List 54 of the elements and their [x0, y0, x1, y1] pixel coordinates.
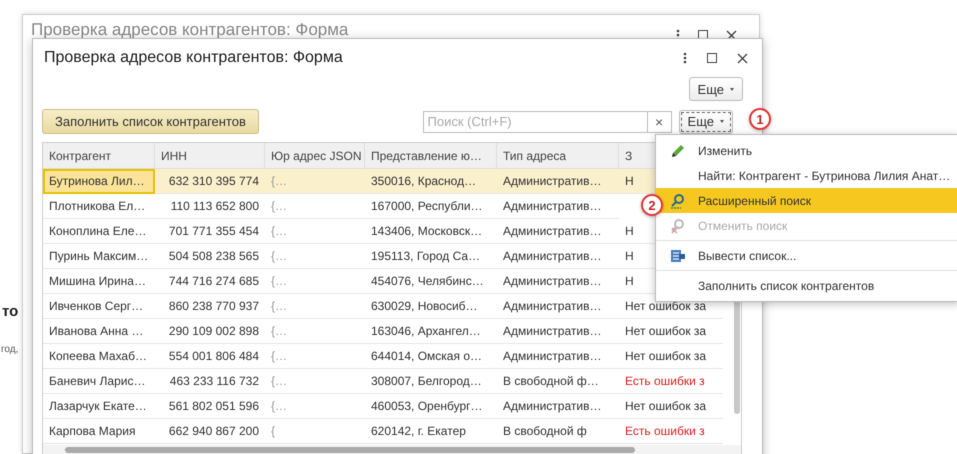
table-cell: {…: [265, 344, 365, 369]
window-title: Проверка адресов контрагентов: Форма: [31, 21, 348, 39]
table-cell: {…: [265, 294, 365, 319]
table-cell: Административ…: [497, 394, 619, 419]
table-cell: 554 001 806 484: [155, 344, 265, 369]
table-cell: {…: [265, 269, 365, 294]
table-cell: {…: [265, 194, 365, 219]
table-cell: {…: [265, 169, 365, 194]
table-cell: 662 940 867 200: [155, 419, 265, 444]
table-cell: Административ…: [497, 294, 619, 319]
background-text: год,: [1, 344, 18, 355]
table-cell: Административ…: [497, 344, 619, 369]
table-cell: В свободной ф…: [497, 369, 619, 394]
table-cell: {…: [265, 394, 365, 419]
table-cell: 290 109 002 898: [155, 319, 265, 344]
table-cell: 167000, Республи…: [365, 194, 497, 219]
window-title: Проверка адресов контрагентов: Форма: [44, 49, 343, 67]
table-cell: 701 771 355 454: [155, 219, 265, 244]
table-cell: 163046, Архангел…: [365, 319, 497, 344]
table-cell: 350016, Краснод…: [365, 169, 497, 194]
table-cell: Административ…: [497, 169, 619, 194]
background-text: то: [2, 303, 18, 320]
table-cell: 110 113 652 800: [155, 194, 265, 219]
table-cell: 454076, Челябинс…: [365, 269, 497, 294]
table-cell: Нет ошибок за: [619, 394, 723, 419]
table-cell: Нет ошибок за: [619, 319, 723, 344]
table-cell: 630029, Новосиб…: [365, 294, 497, 319]
table-cell: 460053, Оренбург…: [365, 394, 497, 419]
table-cell: {: [265, 419, 365, 444]
table-cell: 308007, Белгород…: [365, 369, 497, 394]
table-cell: 561 802 051 596: [155, 394, 265, 419]
table-cell: Административ…: [497, 219, 619, 244]
table-cell: 744 716 274 685: [155, 269, 265, 294]
table-cell: 143406, Московск…: [365, 219, 497, 244]
table-cell: {…: [265, 319, 365, 344]
table-cell: 632 310 395 774: [155, 169, 265, 194]
table-cell: 620142, г. Екатер: [365, 419, 497, 444]
table-cell: 860 238 770 937: [155, 294, 265, 319]
table-cell: 504 508 238 565: [155, 244, 265, 269]
callout-badge: 1: [749, 108, 771, 130]
table-cell: {…: [265, 369, 365, 394]
table-cell: {…: [265, 219, 365, 244]
table-cell: Административ…: [497, 244, 619, 269]
table-cell: 195113, Город Са…: [365, 244, 497, 269]
table-cell: Нет ошибок за: [619, 344, 723, 369]
table-cell: 463 233 116 732: [155, 369, 265, 394]
table-cell: 644014, Омская о…: [365, 344, 497, 369]
table-cell: Есть ошибки з: [619, 369, 723, 394]
table-cell: Есть ошибки з: [619, 419, 723, 444]
table-cell: {…: [265, 244, 365, 269]
table-cell: В свободной ф: [497, 419, 619, 444]
table-cell: Административ…: [497, 319, 619, 344]
table-cell: Административ…: [497, 194, 619, 219]
table-cell: Административ…: [497, 269, 619, 294]
